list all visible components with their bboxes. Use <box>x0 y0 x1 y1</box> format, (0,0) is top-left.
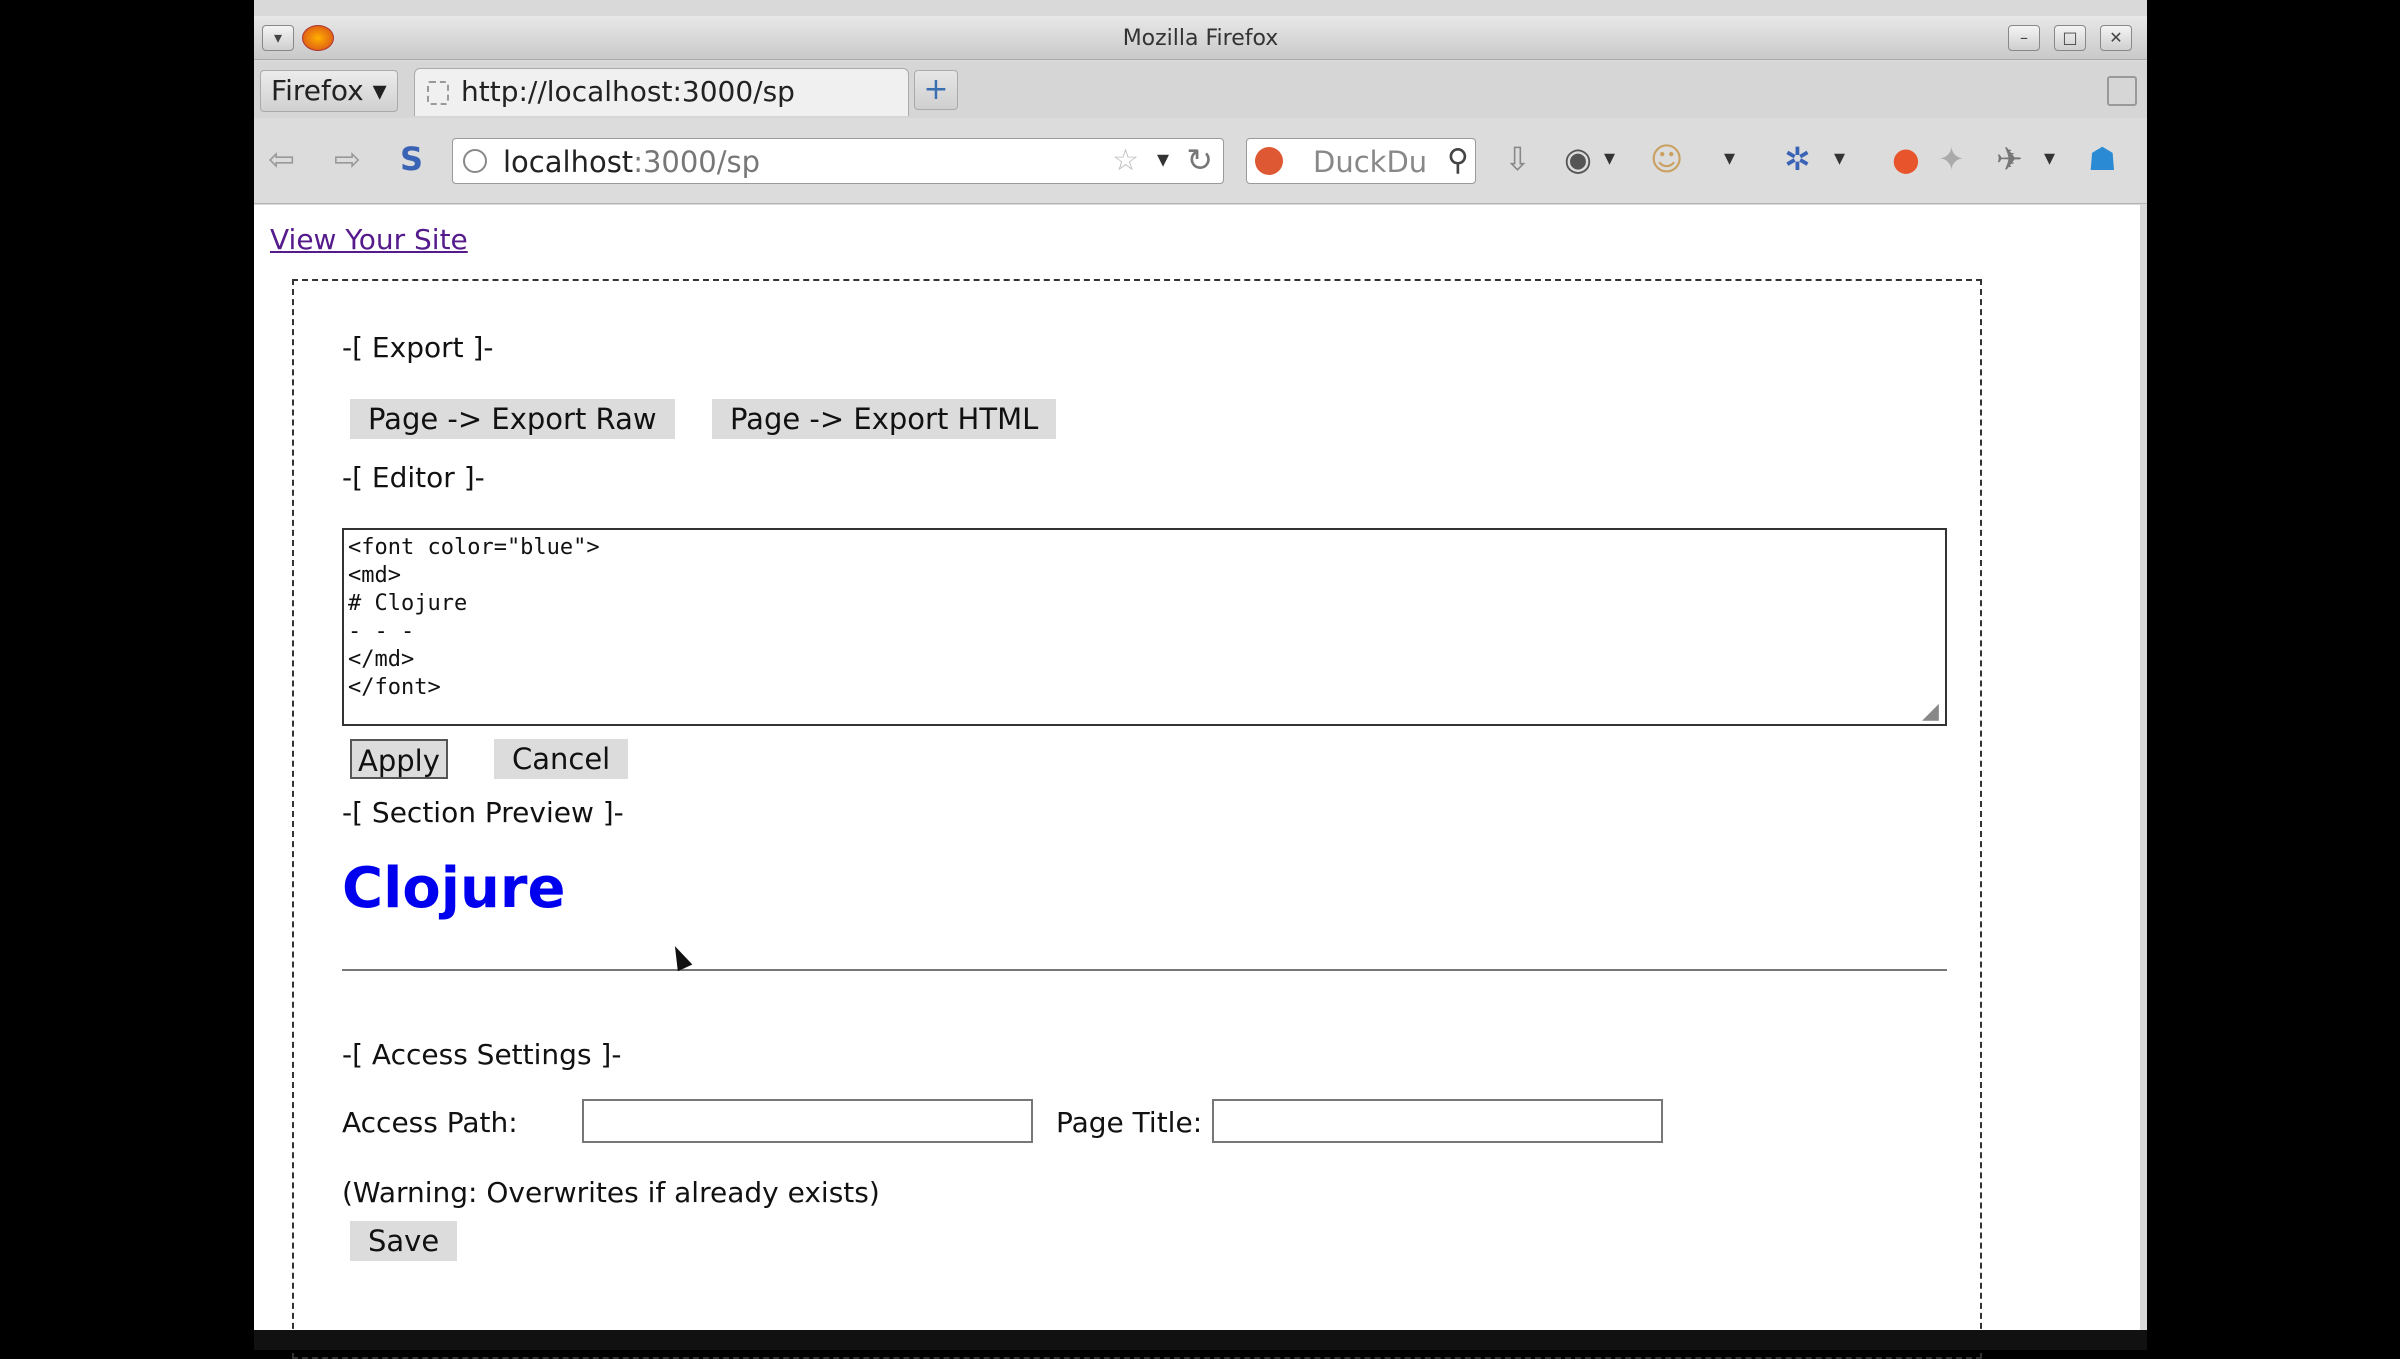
export-section-label: -[ Export ]- <box>342 331 494 364</box>
duckduckgo-icon[interactable] <box>1255 147 1283 175</box>
export-raw-button[interactable]: Page -> Export Raw <box>350 399 675 439</box>
addon-orange-icon[interactable]: ● <box>1892 140 1920 178</box>
firebug-icon[interactable]: ✲ <box>1784 140 1811 178</box>
page-content: View Your Site -[ Export ]- Page -> Expo… <box>254 205 2140 1359</box>
save-button[interactable]: Save <box>350 1221 458 1261</box>
editor-textarea[interactable] <box>342 528 1947 726</box>
firefox-menu-button[interactable]: Firefox ▾ <box>260 70 398 112</box>
url-text: localhost:3000/sp <box>503 145 760 179</box>
preview-section-label: -[ Section Preview ]- <box>342 796 624 829</box>
addon-bird-dropdown-icon[interactable]: ▾ <box>2044 146 2055 171</box>
tab-active[interactable]: http://localhost:3000/sp <box>414 68 909 116</box>
apply-button[interactable]: Apply <box>350 739 448 779</box>
greasemonkey-dropdown-icon[interactable]: ▾ <box>1724 146 1735 171</box>
new-tab-button[interactable]: + <box>914 70 958 110</box>
preview-heading: Clojure <box>342 856 566 921</box>
tab-title: http://localhost:3000/sp <box>461 75 795 108</box>
firebug-dropdown-icon[interactable]: ▾ <box>1834 146 1845 171</box>
bookmark-star-icon[interactable]: ☆ <box>1112 143 1139 178</box>
download-icon[interactable]: ⇩ <box>1504 140 1531 178</box>
tab-bar: Firefox ▾ http://localhost:3000/sp + <box>254 62 2147 118</box>
addon-dropdown-icon[interactable]: ▾ <box>1604 146 1615 171</box>
sync-icon[interactable]: S <box>400 140 423 178</box>
page-title-input[interactable] <box>1212 1099 1663 1143</box>
access-path-input[interactable] <box>582 1099 1033 1143</box>
cancel-button[interactable]: Cancel <box>494 739 629 779</box>
window-title: Mozilla Firefox <box>1122 26 1279 51</box>
url-bar[interactable]: localhost:3000/sp ☆ ▾ ↻ <box>452 138 1224 184</box>
addon-bird-icon[interactable]: ✈ <box>1996 140 2023 178</box>
search-placeholder: DuckDu <box>1313 145 1428 179</box>
url-host: localhost <box>503 145 634 179</box>
warning-text: (Warning: Overwrites if already exists) <box>342 1176 880 1209</box>
export-html-button[interactable]: Page -> Export HTML <box>712 399 1057 439</box>
reload-icon[interactable]: ↻ <box>1186 141 1213 179</box>
page-favicon-icon <box>427 81 449 105</box>
navigation-toolbar: ⇦ ⇨ S localhost:3000/sp ☆ ▾ ↻ DuckDu ⚲ ⇩… <box>254 118 2147 204</box>
view-site-link[interactable]: View Your Site <box>270 223 468 256</box>
forward-icon[interactable]: ⇨ <box>334 140 361 178</box>
resize-grip-icon[interactable]: ◢ <box>1922 699 1939 724</box>
addon-robot-icon[interactable]: ☗ <box>2088 140 2117 178</box>
status-bar <box>254 1330 2147 1350</box>
site-identity-icon[interactable] <box>463 149 487 173</box>
search-bar[interactable]: DuckDu ⚲ <box>1246 138 1476 184</box>
history-dropdown-icon[interactable]: ▾ <box>1157 145 1169 173</box>
browser-window: ▾ Mozilla Firefox – □ ✕ Firefox ▾ http:/… <box>254 0 2147 1359</box>
page-title-label: Page Title: <box>1056 1106 1203 1139</box>
addon-globe-icon[interactable]: ◉ <box>1564 140 1592 178</box>
search-icon[interactable]: ⚲ <box>1447 143 1469 178</box>
tab-groups-icon[interactable] <box>2107 76 2137 106</box>
url-path: :3000/sp <box>633 145 761 179</box>
minimize-button[interactable]: – <box>2008 25 2040 51</box>
editor-section-label: -[ Editor ]- <box>342 461 485 494</box>
greasemonkey-icon[interactable]: ☺ <box>1650 140 1683 178</box>
access-path-label: Access Path: <box>342 1106 518 1139</box>
title-bar: ▾ Mozilla Firefox – □ ✕ <box>254 16 2147 60</box>
addon-sparkle-icon[interactable]: ✦ <box>1938 140 1965 178</box>
access-section-label: -[ Access Settings ]- <box>342 1038 622 1071</box>
close-button[interactable]: ✕ <box>2100 25 2132 51</box>
maximize-button[interactable]: □ <box>2054 25 2086 51</box>
editor-panel: -[ Export ]- Page -> Export Raw Page -> … <box>292 279 1982 1359</box>
back-icon[interactable]: ⇦ <box>268 140 295 178</box>
preview-divider <box>342 969 1947 971</box>
